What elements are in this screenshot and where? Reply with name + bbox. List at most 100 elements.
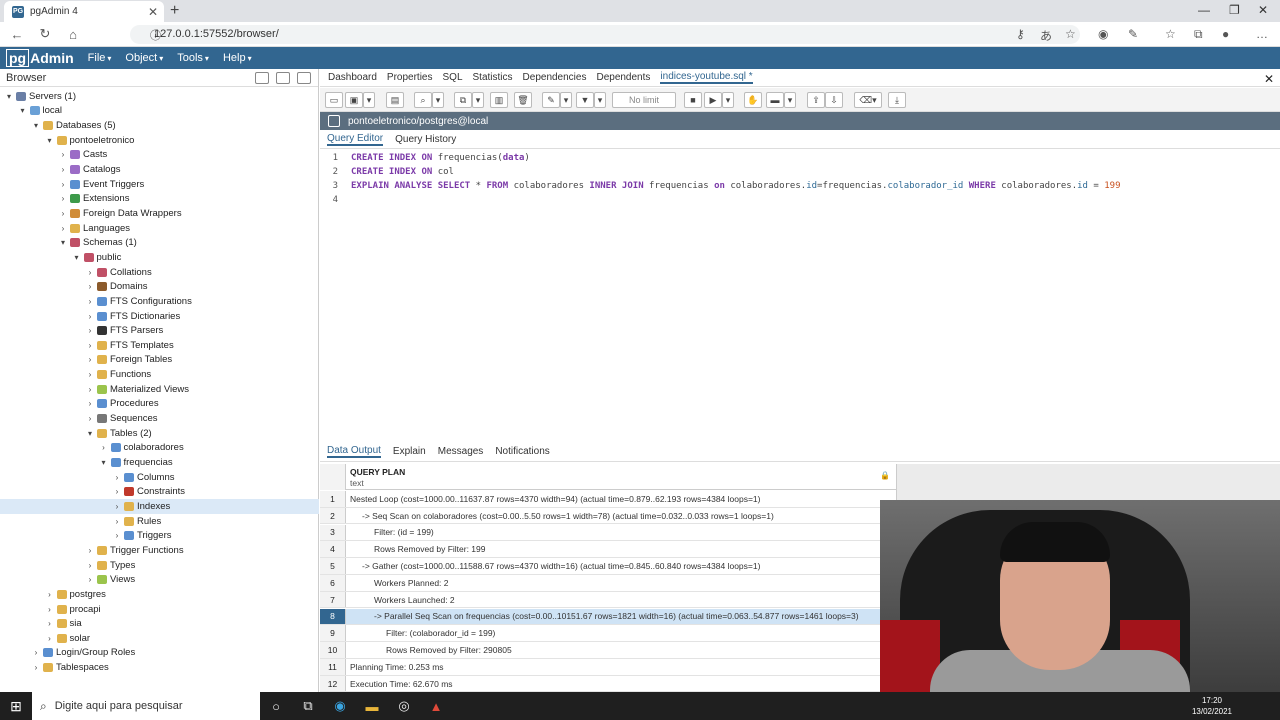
column-header-name[interactable]: QUERY PLAN	[350, 467, 405, 477]
tree-node[interactable]: › Constraints	[0, 485, 185, 500]
tab-dependents[interactable]: Dependents	[596, 72, 650, 83]
chevron-right-icon[interactable]: ›	[112, 473, 122, 482]
tree-node[interactable]: › FTS Templates	[0, 338, 174, 353]
save-icon[interactable]: ▣	[345, 92, 363, 108]
filter-dropdown-icon[interactable]: ▾	[594, 92, 606, 108]
commit-icon[interactable]: ⇪	[807, 92, 825, 108]
tree-node[interactable]: › procapi	[0, 602, 101, 617]
row-number[interactable]: 4	[320, 541, 346, 558]
chevron-down-icon[interactable]: ▾	[31, 121, 41, 130]
tree-node[interactable]: › Trigger Functions	[0, 543, 184, 558]
chevron-right-icon[interactable]: ›	[85, 355, 95, 364]
query-plan-cell[interactable]: Rows Removed by Filter: 199	[346, 544, 486, 554]
home-icon[interactable]: ⌂	[62, 27, 84, 42]
pgadmin-taskbar-icon[interactable]: ◎	[388, 692, 420, 720]
favorites-icon[interactable]: ☆	[1165, 27, 1176, 41]
tree-node[interactable]: › Foreign Tables	[0, 353, 172, 368]
query-plan-cell[interactable]: Execution Time: 62.670 ms	[346, 679, 453, 689]
tree-node[interactable]: › Functions	[0, 367, 152, 382]
tree-node[interactable]: › Catalogs	[0, 162, 121, 177]
menu-object[interactable]: Object ▾	[125, 52, 163, 64]
pen-icon[interactable]: ✎	[1128, 27, 1138, 41]
tree-node[interactable]: ▾ Servers (1)	[0, 89, 76, 104]
chevron-right-icon[interactable]: ›	[31, 648, 41, 657]
edge-icon[interactable]: ◉	[324, 692, 356, 720]
tab-dependencies[interactable]: Dependencies	[523, 72, 587, 83]
table-row[interactable]: 10 Rows Removed by Filter: 290805	[320, 642, 897, 659]
editor-line[interactable]: 2 CREATE INDEX ON col	[320, 165, 454, 179]
tree-node[interactable]: › Indexes	[0, 499, 319, 514]
explain-analyze-icon[interactable]: ▬	[766, 92, 784, 108]
task-view-icon[interactable]: ⧉	[292, 692, 324, 720]
execute-dropdown-icon[interactable]: ▾	[722, 92, 734, 108]
tree-node[interactable]: › Domains	[0, 279, 148, 294]
sql-editor[interactable]: 1 CREATE INDEX ON frequencias(data) 2 CREAT…	[320, 151, 1280, 441]
table-row[interactable]: 9 Filter: (colaborador_id = 199)	[320, 625, 897, 643]
tree-node[interactable]: › Extensions	[0, 192, 130, 207]
table-row[interactable]: 8 -> Parallel Seq Scan on frequencias (co…	[320, 608, 897, 626]
tab-properties[interactable]: Properties	[387, 72, 433, 83]
query-plan-cell[interactable]: -> Gather (cost=1000.00..11588.67 rows=4…	[346, 561, 760, 571]
tree-node[interactable]: ▾ Databases (5)	[0, 118, 116, 133]
tree-node[interactable]: ▾ public	[0, 250, 121, 265]
delete-icon[interactable]: 🗑	[514, 92, 532, 108]
search-objects-icon[interactable]	[297, 71, 311, 84]
chevron-right-icon[interactable]: ›	[85, 561, 95, 570]
row-number[interactable]: 5	[320, 558, 346, 574]
more-icon[interactable]: …	[1256, 27, 1268, 41]
row-number[interactable]: 9	[320, 625, 346, 642]
tab-sql[interactable]: SQL	[443, 72, 463, 83]
query-plan-cell[interactable]: Filter: (id = 199)	[346, 527, 434, 537]
edit-dropdown-icon[interactable]: ▾	[560, 92, 572, 108]
menu-file[interactable]: File ▾	[88, 52, 112, 64]
object-explorer-icon[interactable]	[255, 71, 269, 84]
query-plan-cell[interactable]: Filter: (colaborador_id = 199)	[346, 628, 495, 638]
tree-node[interactable]: › Foreign Data Wrappers	[0, 206, 182, 221]
tab-explain[interactable]: Explain	[393, 446, 426, 457]
tree-node[interactable]: › Event Triggers	[0, 177, 145, 192]
table-row[interactable]: 11 Planning Time: 0.253 ms	[320, 659, 897, 676]
menu-tools[interactable]: Tools ▾	[177, 52, 209, 64]
edit-icon[interactable]: ✎	[542, 92, 560, 108]
row-number[interactable]: 7	[320, 591, 346, 608]
close-window-icon[interactable]: ✕	[1258, 3, 1268, 17]
chevron-right-icon[interactable]: ›	[85, 414, 95, 423]
windows-start-icon[interactable]: ⊞	[0, 692, 32, 720]
tab-dashboard[interactable]: Dashboard	[328, 72, 377, 83]
chevron-right-icon[interactable]: ›	[45, 619, 55, 628]
chevron-down-icon[interactable]: ▾	[58, 238, 68, 247]
tree-node[interactable]: › postgres	[0, 587, 106, 602]
connection-bar[interactable]: pontoeletronico/postgres@local	[320, 112, 1280, 130]
chevron-right-icon[interactable]: ›	[58, 194, 68, 203]
chevron-right-icon[interactable]: ›	[85, 575, 95, 584]
row-number[interactable]: 6	[320, 575, 346, 591]
tree-node[interactable]: › FTS Configurations	[0, 294, 192, 309]
table-row[interactable]: 12 Execution Time: 62.670 ms	[320, 675, 897, 693]
tree-node[interactable]: › colaboradores	[0, 441, 184, 456]
filter-icon[interactable]: ▼	[576, 92, 594, 108]
maximize-icon[interactable]: ❐	[1229, 3, 1240, 17]
tree-node[interactable]: › Languages	[0, 221, 130, 236]
row-number[interactable]: 10	[320, 642, 346, 658]
chevron-down-icon[interactable]: ▾	[85, 429, 95, 438]
chevron-right-icon[interactable]: ›	[112, 502, 122, 511]
cortana-icon[interactable]: ○	[260, 692, 292, 720]
tab-statistics[interactable]: Statistics	[473, 72, 513, 83]
chevron-right-icon[interactable]: ›	[85, 312, 95, 321]
tree-node[interactable]: ▾ local	[0, 104, 62, 119]
reload-icon[interactable]: ↻	[34, 26, 56, 42]
browser-tab[interactable]: PG pgAdmin 4 ✕	[4, 1, 164, 22]
query-plan-cell[interactable]: Workers Planned: 2	[346, 578, 449, 588]
download-icon[interactable]: ⤓	[888, 92, 906, 108]
table-row[interactable]: 5 -> Gather (cost=1000.00..11588.67 rows=…	[320, 558, 897, 575]
chevron-right-icon[interactable]: ›	[45, 605, 55, 614]
paste-icon[interactable]: ▥	[490, 92, 508, 108]
tree-node[interactable]: › Views	[0, 572, 136, 587]
tree-node[interactable]: › Rules	[0, 514, 162, 529]
tree-node[interactable]: › Collations	[0, 265, 152, 280]
editor-line[interactable]: 4	[320, 193, 351, 207]
table-row[interactable]: 6 Workers Planned: 2	[320, 575, 897, 592]
chevron-right-icon[interactable]: ›	[85, 546, 95, 555]
chevron-right-icon[interactable]: ›	[85, 297, 95, 306]
tree-node[interactable]: › solar	[0, 631, 90, 646]
